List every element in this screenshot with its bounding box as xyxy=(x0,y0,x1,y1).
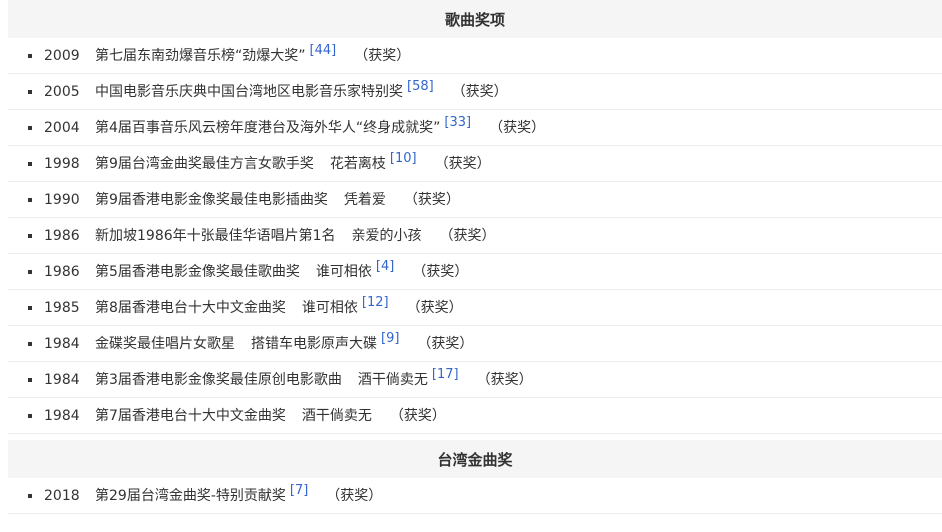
award-title: 第9届香港电影金像奖最佳电影插曲奖 xyxy=(95,192,328,208)
bullet-icon xyxy=(28,378,32,382)
award-year: 1986 xyxy=(44,264,80,280)
list-item: 1984 金碟奖最佳唱片女歌星 搭错车电影原声大碟 [9] （获奖） xyxy=(8,326,942,362)
bullet-icon xyxy=(28,494,32,498)
list-item: 2018 第29届台湾金曲奖-特别贡献奖 [7] （获奖） xyxy=(8,478,942,514)
award-result: （获奖） xyxy=(434,156,491,172)
list-item: 2004 第4届百事音乐风云榜年度港台及海外华人“终身成就奖” [33] （获奖） xyxy=(8,110,942,146)
reference-link[interactable]: [10] xyxy=(390,151,417,166)
award-details: 第5届香港电影金像奖最佳歌曲奖 谁可相依 [4] （获奖） xyxy=(95,259,469,282)
award-work: 谁可相依 xyxy=(301,300,358,316)
award-year: 1984 xyxy=(44,408,80,424)
reference-link[interactable]: [17] xyxy=(432,367,459,382)
award-title: 第9届台湾金曲奖最佳方言女歌手奖 xyxy=(95,156,314,172)
bullet-icon xyxy=(28,162,32,166)
awards-page: 歌曲奖项 2009 第七届东南劲爆音乐榜“劲爆大奖” [44] （获奖） 2005 中国电… xyxy=(0,0,942,532)
bullet-icon xyxy=(28,234,32,238)
section-title-song-awards: 歌曲奖项 xyxy=(8,0,942,38)
bullet-icon xyxy=(28,342,32,346)
award-details: 第4届百事音乐风云榜年度港台及海外华人“终身成就奖” [33] （获奖） xyxy=(95,115,546,138)
bullet-icon xyxy=(28,306,32,310)
section-title-text: 台湾金曲奖 xyxy=(437,450,513,469)
reference-link[interactable]: [58] xyxy=(407,79,434,94)
list-item: 1985 第8届香港电台十大中文金曲奖 谁可相依 [12] （获奖） xyxy=(8,290,942,326)
award-details: 第9届香港电影金像奖最佳电影插曲奖 凭着爱 （获奖） xyxy=(95,191,460,209)
award-result: （获奖） xyxy=(412,264,469,280)
award-title: 金碟奖最佳唱片女歌星 xyxy=(95,336,235,352)
award-year: 1986 xyxy=(44,228,80,244)
list-item: 1990 第9届香港电影金像奖最佳电影插曲奖 凭着爱 （获奖） xyxy=(8,182,942,218)
list-item: 1998 第9届台湾金曲奖最佳方言女歌手奖 花若离枝 [10] （获奖） xyxy=(8,146,942,182)
award-result: （获奖） xyxy=(403,192,460,208)
award-result: （获奖） xyxy=(389,408,446,424)
award-title: 第8届香港电台十大中文金曲奖 xyxy=(95,300,286,316)
reference-link[interactable]: [9] xyxy=(381,331,399,346)
award-year: 1998 xyxy=(44,156,80,172)
bullet-icon xyxy=(28,54,32,58)
award-work: 凭着爱 xyxy=(343,192,386,208)
award-year: 2004 xyxy=(44,120,80,136)
award-year: 2018 xyxy=(44,488,80,504)
song-awards-list: 2009 第七届东南劲爆音乐榜“劲爆大奖” [44] （获奖） 2005 中国电影音乐庆典… xyxy=(8,38,942,434)
golden-melody-list: 2018 第29届台湾金曲奖-特别贡献奖 [7] （获奖） xyxy=(8,478,942,514)
bullet-icon xyxy=(28,198,32,202)
award-details: 第29届台湾金曲奖-特别贡献奖 [7] （获奖） xyxy=(95,483,383,506)
award-result: （获奖） xyxy=(406,300,463,316)
award-year: 1984 xyxy=(44,336,80,352)
bullet-icon xyxy=(28,126,32,130)
reference-link[interactable]: [12] xyxy=(362,295,389,310)
award-title: 第七届东南劲爆音乐榜“劲爆大奖” xyxy=(95,48,306,64)
section-title-golden-melody: 台湾金曲奖 xyxy=(8,440,942,478)
award-details: 第7届香港电台十大中文金曲奖 酒干倘卖无 （获奖） xyxy=(95,407,446,425)
award-title: 第7届香港电台十大中文金曲奖 xyxy=(95,408,286,424)
list-item: 2009 第七届东南劲爆音乐榜“劲爆大奖” [44] （获奖） xyxy=(8,38,942,74)
bullet-icon xyxy=(28,270,32,274)
award-title: 新加坡1986年十张最佳华语唱片第1名 xyxy=(95,228,336,244)
bullet-icon xyxy=(28,90,32,94)
reference-link[interactable]: [33] xyxy=(444,115,471,130)
award-details: 第七届东南劲爆音乐榜“劲爆大奖” [44] （获奖） xyxy=(95,43,411,66)
award-title: 第29届台湾金曲奖-特别贡献奖 xyxy=(95,488,286,504)
list-item: 1986 新加坡1986年十张最佳华语唱片第1名 亲爱的小孩 （获奖） xyxy=(8,218,942,254)
award-result: （获奖） xyxy=(354,48,411,64)
list-item: 1986 第5届香港电影金像奖最佳歌曲奖 谁可相依 [4] （获奖） xyxy=(8,254,942,290)
award-result: （获奖） xyxy=(439,228,496,244)
award-details: 第3届香港电影金像奖最佳原创电影歌曲 酒干倘卖无 [17] （获奖） xyxy=(95,367,533,390)
award-year: 2009 xyxy=(44,48,80,64)
award-result: （获奖） xyxy=(451,84,508,100)
section-title-text: 歌曲奖项 xyxy=(444,10,505,29)
award-details: 新加坡1986年十张最佳华语唱片第1名 亲爱的小孩 （获奖） xyxy=(95,227,496,245)
award-result: （获奖） xyxy=(476,372,533,388)
reference-link[interactable]: [4] xyxy=(376,259,394,274)
award-details: 中国电影音乐庆典中国台湾地区电影音乐家特别奖 [58] （获奖） xyxy=(95,79,508,102)
bullet-icon xyxy=(28,414,32,418)
list-item: 1984 第7届香港电台十大中文金曲奖 酒干倘卖无 （获奖） xyxy=(8,398,942,434)
award-details: 第9届台湾金曲奖最佳方言女歌手奖 花若离枝 [10] （获奖） xyxy=(95,151,491,174)
list-item: 1984 第3届香港电影金像奖最佳原创电影歌曲 酒干倘卖无 [17] （获奖） xyxy=(8,362,942,398)
reference-link[interactable]: [44] xyxy=(310,43,337,58)
reference-link[interactable]: [7] xyxy=(290,483,308,498)
award-year: 1990 xyxy=(44,192,80,208)
award-details: 金碟奖最佳唱片女歌星 搭错车电影原声大碟 [9] （获奖） xyxy=(95,331,474,354)
award-title: 中国电影音乐庆典中国台湾地区电影音乐家特别奖 xyxy=(95,84,403,100)
award-work: 谁可相依 xyxy=(315,264,372,280)
award-year: 2005 xyxy=(44,84,80,100)
award-result: （获奖） xyxy=(489,120,546,136)
award-title: 第4届百事音乐风云榜年度港台及海外华人“终身成就奖” xyxy=(95,120,441,136)
award-title: 第5届香港电影金像奖最佳歌曲奖 xyxy=(95,264,300,280)
award-work: 酒干倘卖无 xyxy=(357,372,428,388)
award-title: 第3届香港电影金像奖最佳原创电影歌曲 xyxy=(95,372,342,388)
award-year: 1985 xyxy=(44,300,80,316)
award-result: （获奖） xyxy=(326,488,383,504)
award-year: 1984 xyxy=(44,372,80,388)
award-work: 搭错车电影原声大碟 xyxy=(251,336,377,352)
award-work: 酒干倘卖无 xyxy=(301,408,372,424)
award-work: 亲爱的小孩 xyxy=(351,228,422,244)
award-details: 第8届香港电台十大中文金曲奖 谁可相依 [12] （获奖） xyxy=(95,295,463,318)
award-result: （获奖） xyxy=(417,336,474,352)
award-work: 花若离枝 xyxy=(329,156,386,172)
list-item: 2005 中国电影音乐庆典中国台湾地区电影音乐家特别奖 [58] （获奖） xyxy=(8,74,942,110)
